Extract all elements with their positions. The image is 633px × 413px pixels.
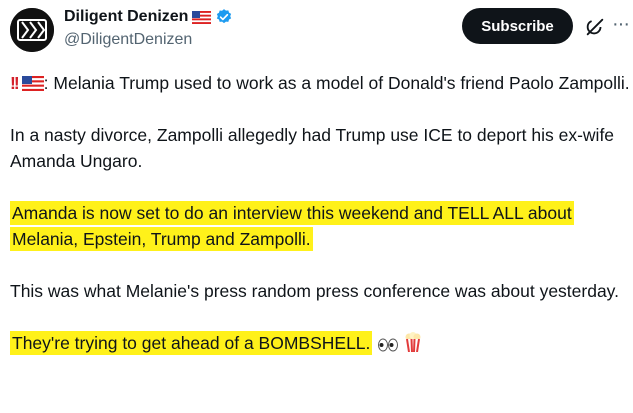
display-name[interactable]: Diligent Denizen <box>64 8 188 26</box>
name-row: Diligent Denizen <box>64 8 233 26</box>
double-exclamation-icon: !! <box>10 73 20 93</box>
us-flag-icon <box>21 76 44 91</box>
grok-icon[interactable] <box>584 16 606 38</box>
tweet-paragraph-1: !! : Melania Trump used to work as a mod… <box>10 70 630 96</box>
highlighted-text: Amanda is now set to do an interview thi… <box>10 201 574 251</box>
eyes-icon <box>378 338 399 352</box>
subscribe-button[interactable]: Subscribe <box>462 8 573 44</box>
avatar[interactable] <box>10 8 54 52</box>
verified-badge-icon <box>217 9 232 24</box>
highlighted-text-2: They're trying to get ahead of a BOMBSHE… <box>10 331 373 355</box>
handle[interactable]: @DiligentDenizen <box>64 31 192 49</box>
tweet-text: !! : Melania Trump used to work as a mod… <box>10 70 630 382</box>
avatar-logo-icon <box>10 8 54 52</box>
tweet-paragraph-1-text: : Melania Trump used to work as a model … <box>43 73 630 93</box>
us-flag-icon <box>192 10 212 24</box>
tweet-paragraph-2: In a nasty divorce, Zampolli allegedly h… <box>10 125 615 171</box>
tweet-paragraph-3: Amanda is now set to do an interview thi… <box>10 200 630 252</box>
tweet-paragraph-5: They're trying to get ahead of a BOMBSHE… <box>10 330 630 356</box>
tweet-paragraph-4: This was what Melanie's press random pre… <box>10 281 619 301</box>
popcorn-icon <box>405 332 421 352</box>
more-icon[interactable]: ··· <box>612 14 632 38</box>
tweet-header: Diligent Denizen @DiligentDenizen Subscr… <box>0 0 633 58</box>
